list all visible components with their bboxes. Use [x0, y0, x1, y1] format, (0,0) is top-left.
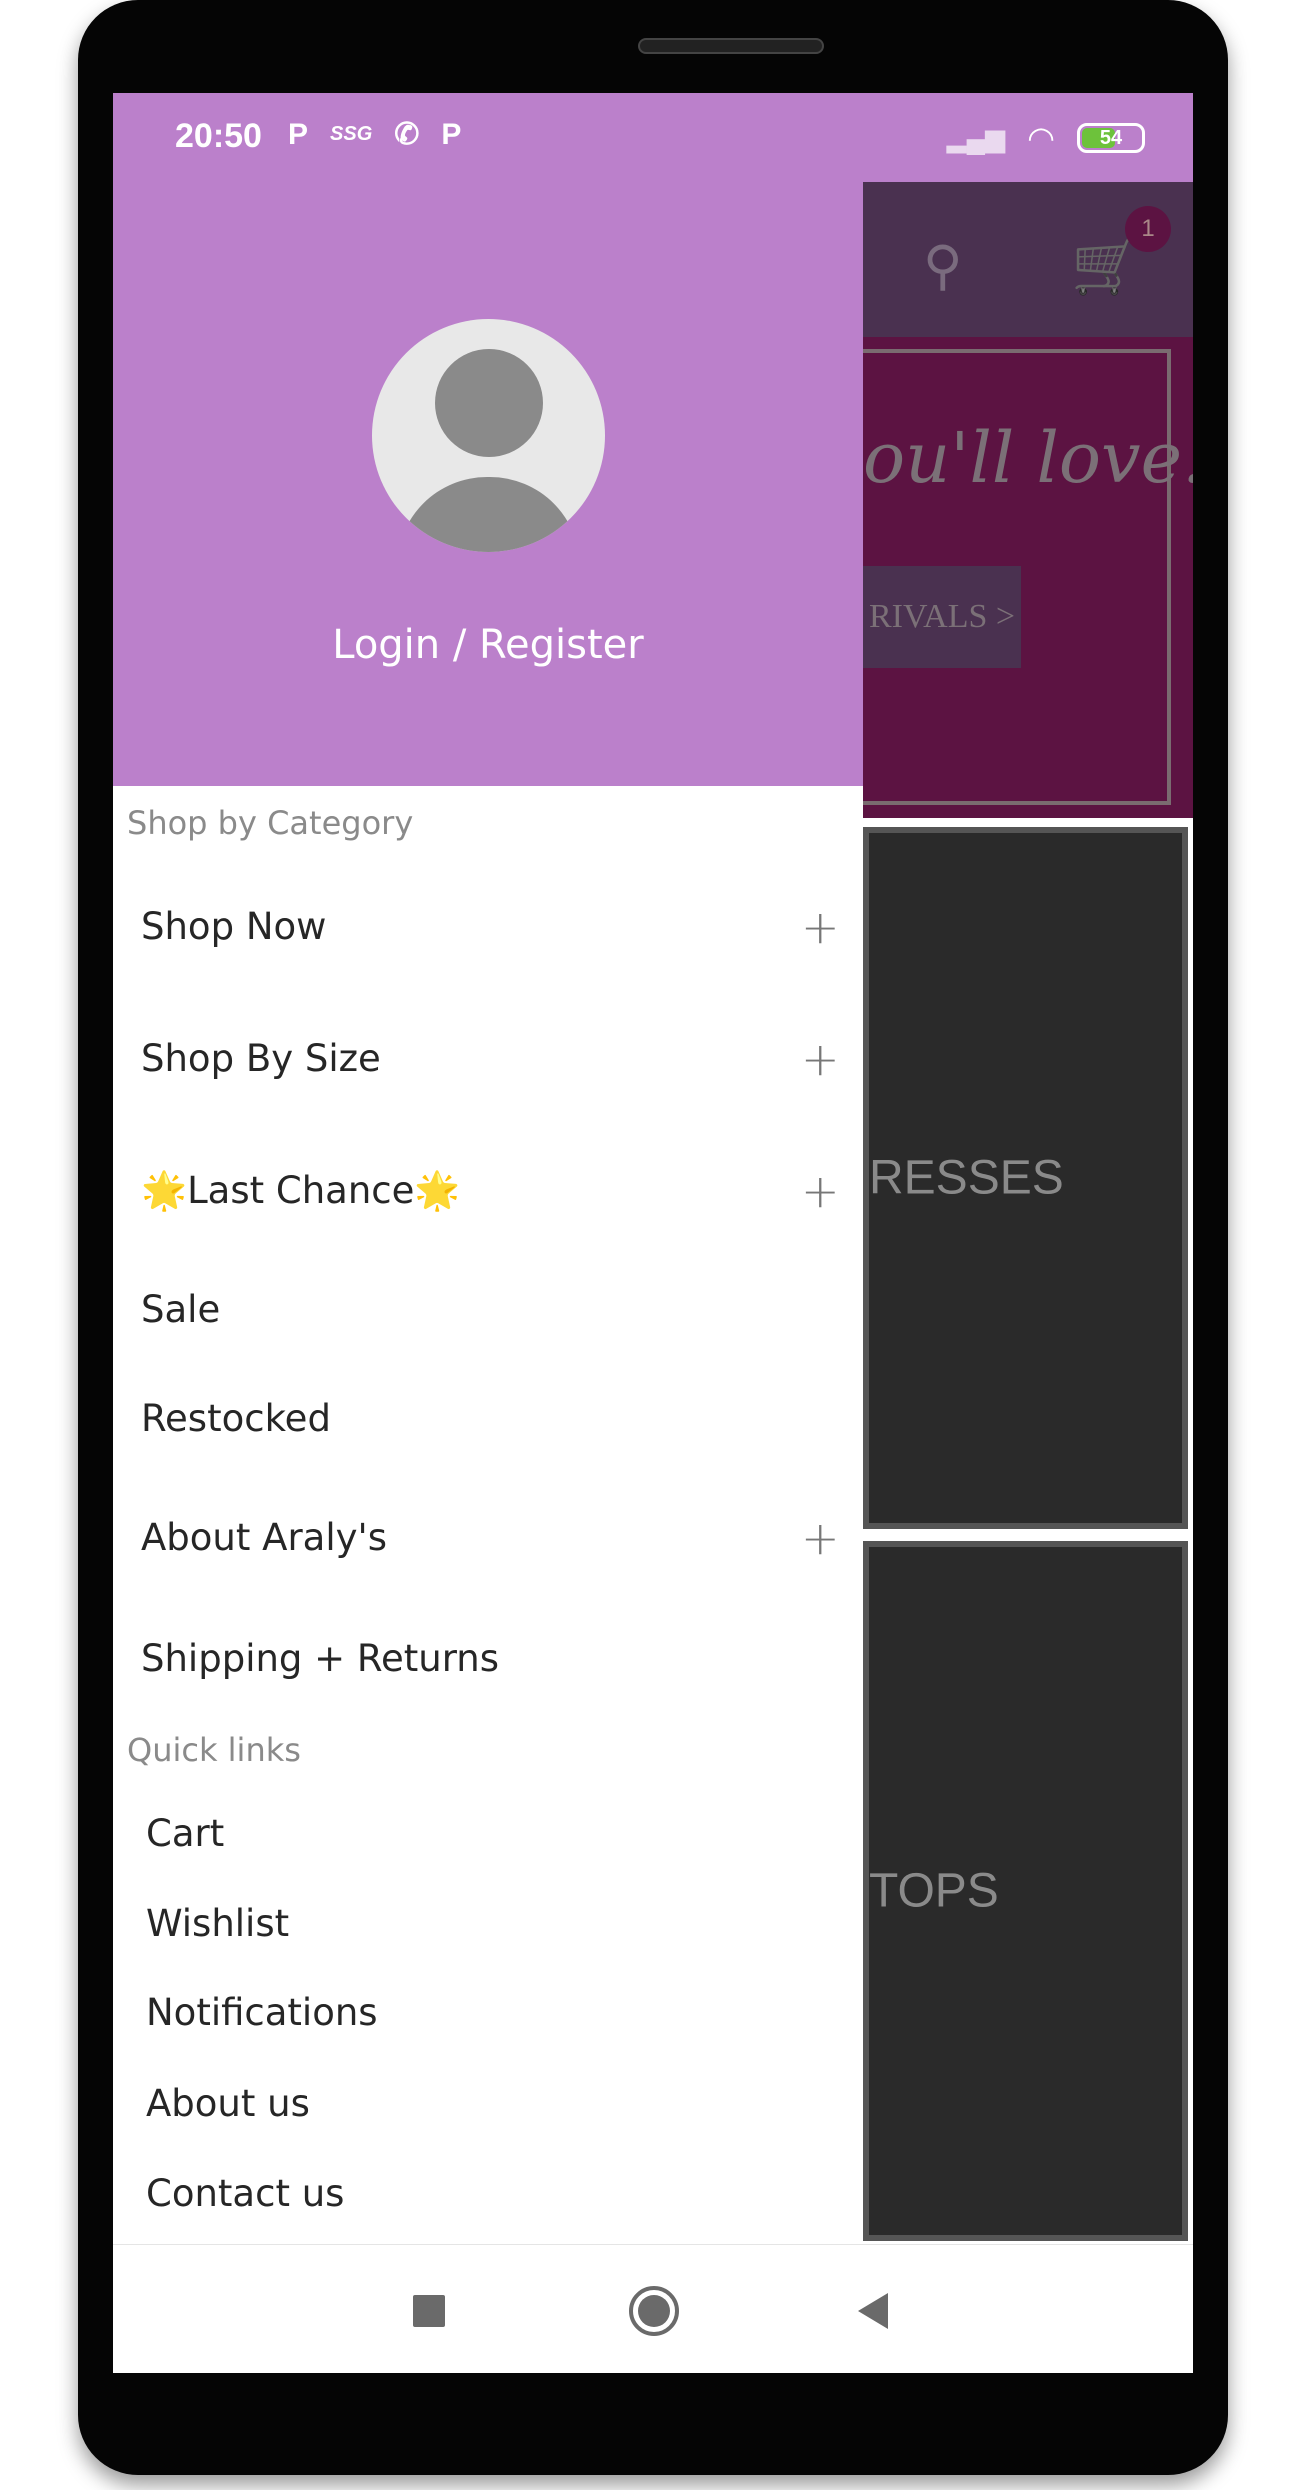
- navigation-drawer: Login / Register Shop by Category Shop N…: [113, 182, 863, 2244]
- whatsapp-icon: ✆: [394, 118, 420, 151]
- new-arrivals-button[interactable]: RIVALS >: [863, 566, 1021, 668]
- cart-badge: 1: [1125, 206, 1171, 252]
- status-time: 20:50: [175, 117, 262, 155]
- category-item[interactable]: Shipping + Returns: [113, 1619, 863, 1699]
- tile-label: RESSES: [869, 1151, 1064, 1205]
- category-label: Restocked: [141, 1397, 331, 1440]
- drawer-header: Login / Register: [113, 182, 863, 786]
- speaker-grille: [638, 38, 824, 54]
- quick-link-item[interactable]: About us: [113, 2064, 863, 2144]
- battery-level: 54: [1099, 127, 1123, 149]
- ssg-icon: SSG: [330, 123, 373, 145]
- status-bar: 20:50 P SSG ✆ P ▂▄▆ ◠ 54: [113, 93, 1193, 182]
- login-register-link[interactable]: Login / Register: [113, 622, 863, 668]
- category-item[interactable]: Sale: [113, 1270, 863, 1350]
- category-header: Shop by Category: [127, 804, 414, 842]
- quick-link-label: Notifications: [146, 1991, 378, 2034]
- quick-link-item[interactable]: Contact us: [113, 2154, 863, 2234]
- category-label: Sale: [141, 1288, 221, 1331]
- recents-button[interactable]: [413, 2295, 445, 2327]
- quick-link-item[interactable]: Wishlist: [113, 1884, 863, 1964]
- home-button[interactable]: [629, 2286, 679, 2336]
- quick-link-item[interactable]: Notifications: [113, 1973, 863, 2053]
- category-item[interactable]: Shop Now +: [113, 887, 863, 967]
- expand-plus-icon[interactable]: +: [801, 1498, 840, 1578]
- category-label: Shop Now: [141, 905, 327, 948]
- dresses-tile[interactable]: RESSES: [863, 827, 1188, 1529]
- category-label: Shipping + Returns: [141, 1637, 499, 1680]
- category-label: 🌟Last Chance🌟: [141, 1169, 461, 1212]
- app-toolbar: ⚲ 🛒 1: [863, 182, 1193, 337]
- battery-icon: 54: [1077, 123, 1145, 153]
- system-nav-bar: [113, 2244, 1193, 2373]
- expand-plus-icon[interactable]: +: [801, 1151, 840, 1231]
- category-label: About Araly's: [141, 1516, 387, 1559]
- background-app: ⚲ 🛒 1 ou'll love. RIVALS > RESSES TOPS: [853, 182, 1193, 2244]
- banner-text: ou'll love.: [863, 417, 1193, 499]
- search-icon[interactable]: ⚲: [923, 234, 963, 297]
- quick-link-label: About us: [146, 2082, 310, 2125]
- quick-link-item[interactable]: Cart: [113, 1794, 863, 1874]
- back-button[interactable]: [858, 2293, 888, 2329]
- avatar[interactable]: [372, 319, 605, 552]
- category-item[interactable]: 🌟Last Chance🌟 +: [113, 1151, 863, 1231]
- tops-tile[interactable]: TOPS: [863, 1541, 1188, 2241]
- category-label: Shop By Size: [141, 1037, 381, 1080]
- category-item[interactable]: About Araly's +: [113, 1498, 863, 1578]
- quick-link-label: Contact us: [146, 2172, 345, 2215]
- p-app-icon: P: [288, 117, 309, 151]
- screen: 20:50 P SSG ✆ P ▂▄▆ ◠ 54 ⚲ 🛒 1 ou'll lov…: [113, 93, 1193, 2373]
- signal-icon: ▂▄▆: [946, 122, 1006, 153]
- quick-link-label: Cart: [146, 1812, 225, 1855]
- quick-link-label: Wishlist: [146, 1902, 290, 1945]
- category-item[interactable]: Restocked: [113, 1379, 863, 1459]
- tile-label: TOPS: [869, 1864, 999, 1918]
- p-app-icon-2: P: [441, 117, 462, 151]
- category-item[interactable]: Shop By Size +: [113, 1019, 863, 1099]
- expand-plus-icon[interactable]: +: [801, 887, 840, 967]
- promo-banner[interactable]: ou'll love. RIVALS >: [853, 337, 1193, 818]
- quick-links-header: Quick links: [127, 1731, 301, 1769]
- wifi-icon: ◠: [1027, 120, 1055, 156]
- notification-icons: P SSG ✆ P: [288, 117, 461, 152]
- expand-plus-icon[interactable]: +: [801, 1019, 840, 1099]
